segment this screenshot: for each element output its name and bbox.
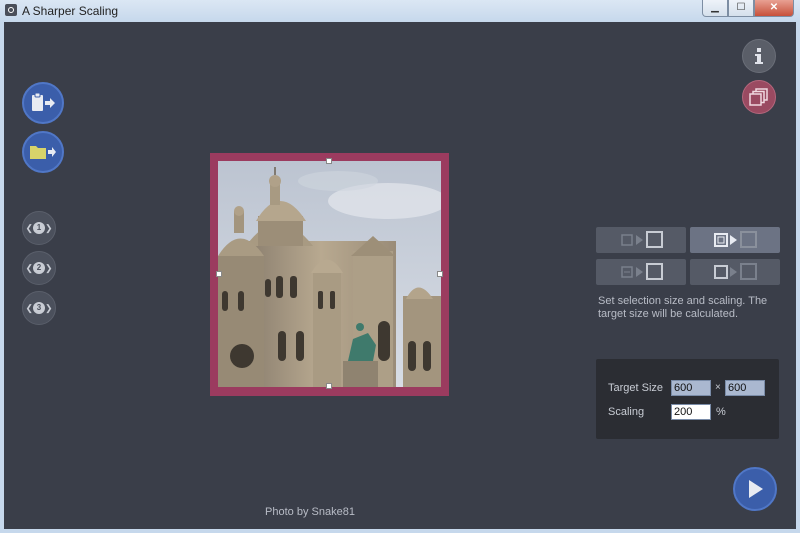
title-bar: A Sharper Scaling ▁ ☐ ✕ — [0, 0, 800, 23]
run-scaling-button[interactable] — [733, 467, 777, 511]
preset-1-button[interactable]: ❮ 1 ❯ — [22, 211, 56, 245]
window-controls: ▁ ☐ ✕ — [702, 0, 794, 18]
paste-image-button[interactable] — [22, 82, 64, 124]
target-width-input[interactable] — [671, 380, 711, 396]
times-sign: × — [715, 382, 721, 393]
percent-sign: % — [716, 406, 726, 418]
mode-selection-to-target-button[interactable] — [690, 227, 780, 253]
preset-1-label: 1 — [33, 222, 45, 234]
preset-3-button[interactable]: ❮ 3 ❯ — [22, 291, 56, 325]
mode-selection-stretch-button[interactable] — [690, 259, 780, 285]
resize-handle-left[interactable] — [216, 271, 222, 277]
app-icon — [5, 4, 17, 16]
target-size-label: Target Size — [608, 382, 664, 394]
scaling-input[interactable] — [671, 404, 711, 420]
window-frame-bottom — [0, 529, 800, 533]
scale-mode-icon — [714, 231, 757, 248]
resize-handle-bottom[interactable] — [326, 383, 332, 389]
batch-button[interactable] — [742, 80, 776, 114]
window-title: A Sharper Scaling — [22, 4, 119, 18]
minimize-button[interactable]: ▁ — [702, 0, 728, 17]
stack-icon — [749, 88, 768, 106]
window-frame-right — [796, 22, 800, 533]
folder-open-icon — [30, 146, 56, 159]
preset-2-button[interactable]: ❮ 2 ❯ — [22, 251, 56, 285]
mode-source-to-target-button[interactable] — [596, 227, 686, 253]
open-file-button[interactable] — [22, 131, 64, 173]
resize-handle-right[interactable] — [437, 271, 443, 277]
resize-handle-top[interactable] — [326, 158, 332, 164]
mode-description: Set selection size and scaling. The targ… — [598, 295, 768, 320]
scale-mode-icon — [714, 263, 757, 280]
selection-frame[interactable] — [210, 153, 449, 396]
scaling-label: Scaling — [608, 406, 645, 418]
scale-mode-icon — [621, 231, 663, 248]
info-button[interactable] — [742, 39, 776, 73]
info-icon — [755, 48, 763, 64]
preset-2-label: 2 — [33, 262, 45, 274]
preview-image — [218, 161, 441, 387]
clipboard-paste-icon — [32, 92, 55, 111]
play-icon — [749, 480, 763, 498]
mode-stretch-to-target-button[interactable] — [596, 259, 686, 285]
target-height-input[interactable] — [725, 380, 765, 396]
preset-3-label: 3 — [33, 302, 45, 314]
basilica-photo — [218, 161, 441, 387]
photo-credit: Photo by Snake81 — [265, 506, 355, 518]
settings-panel: Target Size × Scaling % — [596, 359, 779, 439]
scale-mode-icon — [621, 263, 663, 280]
maximize-button[interactable]: ☐ — [728, 0, 754, 17]
close-button[interactable]: ✕ — [754, 0, 794, 17]
